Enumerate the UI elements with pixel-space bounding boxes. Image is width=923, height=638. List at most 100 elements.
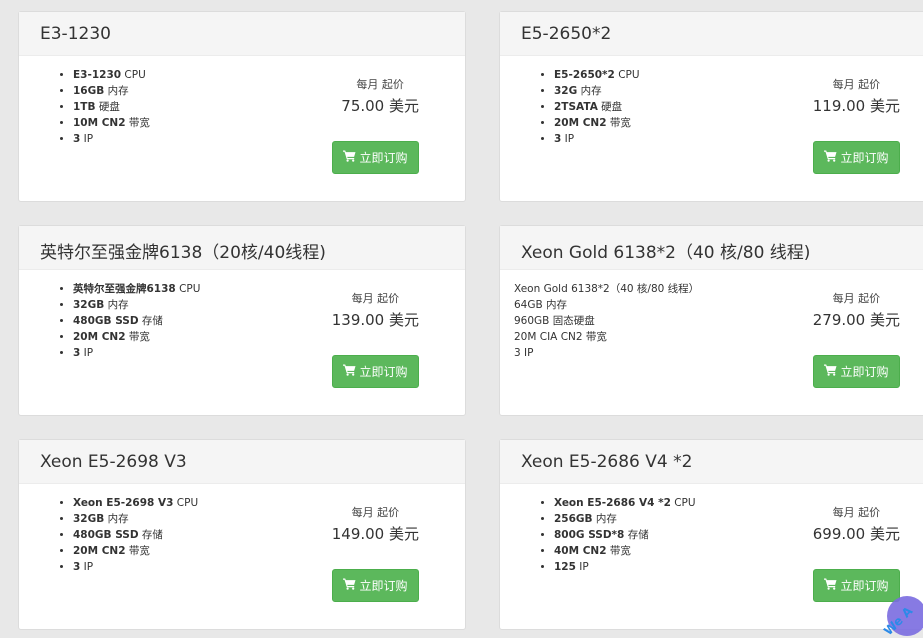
feature-item: 2TSATA 硬盘 [554,99,640,115]
card-title: 英特尔至强金牌6138（20核/40线程) [19,226,465,270]
feature-label: 带宽 [606,545,631,557]
price-value: 139.00 美元 [331,311,419,329]
feature-label: 存储 [138,315,163,327]
feature-value: 英特尔至强金牌6138 [73,283,176,295]
product-card: 英特尔至强金牌6138（20核/40线程) 英特尔至强金牌6138 CPU 32GB… [18,225,466,416]
order-now-label: 立即订购 [840,365,889,379]
feature-value: E3-1230 [73,69,122,81]
feature-label: IP [80,133,94,145]
price-value: 699.00 美元 [812,525,900,543]
feature-label: 带宽 [125,117,150,129]
feature-item: 20M CN2 带宽 [73,543,198,559]
feature-item: 256GB 内存 [554,511,696,527]
feature-item: 125 IP [554,559,696,575]
feature-item: Xeon E5-2698 V3 CPU [73,495,198,511]
feature-list: Xeon E5-2686 V4 *2 CPU256GB 内存800G SSD*8… [540,495,696,575]
feature-item: Xeon E5-2686 V4 *2 CPU [554,495,696,511]
feature-label: 硬盘 [597,101,623,113]
price-value: 75.00 美元 [341,97,419,115]
product-card: Xeon Gold 6138*2（40 核/80 线程) Xeon Gold 61… [499,225,923,416]
feature-label: 带宽 [125,331,150,343]
order-now-label: 立即订购 [840,579,889,593]
feature-value: E5-2650*2 [554,69,615,81]
feature-label: 内存 [104,513,129,525]
product-card: E3-1230E3-1230 CPU16GB 内存1TB 硬盘10M CN2 带… [18,11,466,202]
shopping-cart-icon [343,364,359,379]
feature-value: 800G SSD*8 [554,529,625,541]
price-label: 每月 起价 [832,78,881,91]
feature-value: 125 [554,561,576,573]
feature-label: 20M CIA CN2 带宽 [514,331,607,343]
feature-value: 16GB [73,85,105,97]
price-label: 每月 起价 [832,506,881,519]
card-title: Xeon Gold 6138*2（40 核/80 线程) [500,226,923,270]
feature-value: 20M CN2 [73,331,126,343]
feature-label: IP [80,347,94,359]
price-label: 每月 起价 [351,292,400,305]
feature-item: 3 IP [514,345,699,361]
feature-label: CPU [173,497,199,509]
feature-label: 3 IP [514,347,534,359]
price-label: 每月 起价 [832,292,881,305]
card-title: E3-1230 [19,12,465,56]
shopping-cart-icon [343,150,359,165]
feature-item: 960GB 固态硬盘 [514,313,699,329]
price-box: 每月 起价 119.00 美元 [813,78,900,117]
shopping-cart-icon [824,364,840,379]
feature-label: 内存 [104,299,129,311]
feature-value: 32G [554,85,578,97]
feature-value: Xeon E5-2686 V4 *2 [554,497,671,509]
price-value: 149.00 美元 [331,525,419,543]
feature-item: 800G SSD*8 存储 [554,527,696,543]
feature-label: 内存 [592,513,617,525]
feature-item: 32G 内存 [554,83,640,99]
feature-item: 英特尔至强金牌6138 CPU [73,281,200,297]
feature-label: CPU [670,497,696,509]
feature-label: 存储 [138,529,163,541]
feature-list: Xeon E5-2698 V3 CPU32GB 内存480GB SSD 存储20… [59,495,198,575]
order-now-button[interactable]: 立即订购 [332,141,419,174]
order-now-button[interactable]: 立即订购 [332,569,419,602]
feature-item: 480GB SSD 存储 [73,313,200,329]
feature-value: 2TSATA [554,101,598,113]
shopping-cart-icon [824,150,840,165]
feature-label: 带宽 [125,545,150,557]
feature-label: IP [80,561,94,573]
price-box: 每月 起价 279.00 美元 [813,292,900,331]
feature-label: IP [575,561,589,573]
feature-item: 10M CN2 带宽 [73,115,150,131]
feature-label: Xeon Gold 6138*2（40 核/80 线程） [514,283,700,295]
feature-label: CPU [175,283,201,295]
feature-label: IP [561,133,575,145]
feature-label: 带宽 [606,117,631,129]
card-title: Xeon E5-2686 V4 *2 [500,440,923,484]
feature-value: 256GB [554,513,593,525]
feature-item: 20M CN2 带宽 [73,329,200,345]
feature-value: 1TB [73,101,96,113]
feature-label: CPU [614,69,640,81]
feature-value: 480GB SSD [73,529,139,541]
feature-value: 20M CN2 [73,545,126,557]
feature-value: 10M CN2 [73,117,126,129]
feature-item: 64GB 内存 [514,297,699,313]
order-now-button[interactable]: 立即订购 [332,355,419,388]
card-title: Xeon E5-2698 V3 [19,440,465,484]
feature-list: E5-2650*2 CPU32G 内存2TSATA 硬盘20M CN2 带宽3 … [540,67,640,147]
product-card: Xeon E5-2698 V3Xeon E5-2698 V3 CPU32GB 内… [18,439,466,630]
feature-value: 32GB [73,299,105,311]
feature-label: CPU [121,69,146,81]
order-now-button[interactable]: 立即订购 [813,141,900,174]
order-now-label: 立即订购 [359,151,408,165]
order-now-button[interactable]: 立即订购 [813,355,900,388]
price-box: 每月 起价 149.00 美元 [332,506,419,545]
feature-value: Xeon E5-2698 V3 [73,497,174,509]
feature-item: 32GB 内存 [73,511,198,527]
product-card: E5-2650*2E5-2650*2 CPU32G 内存2TSATA 硬盘20M… [499,11,923,202]
product-card: Xeon E5-2686 V4 *2Xeon E5-2686 V4 *2 CPU… [499,439,923,630]
order-now-button[interactable]: 立即订购 [813,569,900,602]
feature-item: 40M CN2 带宽 [554,543,696,559]
feature-value: 32GB [73,513,105,525]
feature-item: E3-1230 CPU [73,67,150,83]
order-now-label: 立即订购 [840,151,889,165]
price-label: 每月 起价 [356,78,404,91]
